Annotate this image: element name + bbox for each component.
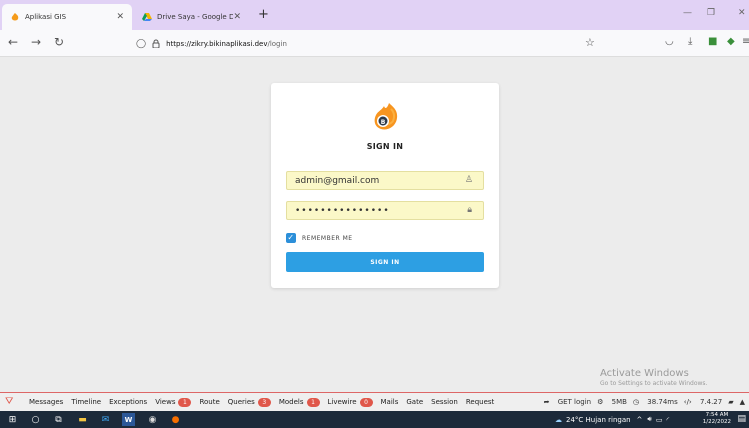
address-bar[interactable]: ◯ https://zikry.bikinaplikasi.dev /login (128, 34, 602, 53)
debugbar-stats: ➦ GET login ⚙ 5MB ◷ 38.74ms ‹/› 7.4.27 ▰… (538, 393, 745, 411)
bookmark-star-icon[interactable]: ☆ (585, 36, 595, 49)
browser-tab-strip: Aplikasi GIS ✕ Drive Saya - Google Drive… (0, 0, 749, 30)
firefox-icon[interactable]: ● (169, 413, 182, 426)
chevron-up-icon[interactable]: ▲ (740, 398, 745, 406)
clock[interactable]: 7:54 AM 1/22/2022 (703, 412, 731, 426)
laravel-debugbar: ⛛ Messages Timeline Exceptions Views 1 Ro… (0, 392, 749, 411)
tab-title: Drive Saya - Google Drive (157, 13, 234, 21)
email-value: admin@gmail.com (295, 175, 380, 186)
remember-me-label: REMEMBER ME (302, 234, 353, 242)
word-icon[interactable]: W (122, 413, 135, 426)
flame-favicon-icon (11, 13, 19, 21)
url-path: /login (267, 39, 287, 48)
task-view-icon[interactable]: ⧉ (52, 413, 65, 426)
forward-icon[interactable]: → (31, 35, 41, 49)
clock-date: 1/22/2022 (702, 419, 731, 425)
windows-start-icon[interactable]: ⊞ (6, 413, 19, 426)
wifi-icon[interactable]: ◜ (666, 416, 669, 424)
pocket-icon[interactable]: ◡ (665, 36, 674, 47)
tracking-shield-icon[interactable]: ◯ (136, 39, 146, 49)
menu-icon[interactable]: ≡ (742, 36, 749, 47)
weather-icon[interactable]: ☁ (555, 416, 562, 424)
maximize-icon[interactable]: ❐ (707, 8, 715, 18)
activate-windows-watermark: Activate Windows Go to Settings to activ… (600, 368, 707, 387)
system-tray: ☁ 24°C Hujan ringan ^ 🔊︎ ▭ ◜ (555, 411, 669, 428)
downloads-icon[interactable]: ⤓ (688, 36, 692, 47)
google-drive-icon (142, 13, 152, 21)
debug-tab-livewire[interactable]: Livewire 0 (324, 397, 377, 407)
memory-stat: ⚙ 5MB (597, 398, 627, 406)
count-badge: 1 (178, 397, 192, 407)
duration-stat: ◷ 38.74ms (632, 398, 678, 406)
reload-icon[interactable]: ↻ (54, 35, 64, 49)
folder-icon[interactable]: ▰ (728, 398, 733, 406)
tab-title: Aplikasi GIS (25, 13, 67, 21)
debug-tab-exceptions[interactable]: Exceptions (105, 398, 151, 406)
count-badge: 3 (257, 397, 271, 407)
lock-icon: 🔒︎ (467, 205, 473, 215)
flame-logo-icon: B (374, 103, 398, 130)
network-icon[interactable]: ▭ (656, 416, 663, 424)
close-window-icon[interactable]: ✕ (738, 8, 746, 18)
lock-icon[interactable] (152, 39, 160, 48)
windows-taskbar: ⊞ ○ ⧉ ▬ ✉ W ◉ ● ☁ 24°C Hujan ringan ^ 🔊︎… (0, 411, 749, 428)
close-tab-icon[interactable]: ✕ (233, 12, 241, 22)
tab-google-drive[interactable]: Drive Saya - Google Drive ✕ (134, 4, 249, 30)
watermark-subtitle: Go to Settings to activate Windows. (600, 380, 708, 387)
close-tab-icon[interactable]: ✕ (116, 12, 124, 22)
extension-icon[interactable]: ■ (708, 36, 717, 47)
sign-in-button[interactable]: SIGN IN (286, 252, 484, 272)
volume-icon[interactable]: 🔊︎ (647, 415, 651, 424)
svg-text:B: B (381, 119, 386, 126)
debug-tab-session[interactable]: Session (427, 398, 462, 406)
mail-icon[interactable]: ✉ (99, 413, 112, 426)
obs-icon[interactable]: ◉ (146, 413, 159, 426)
extension-2-icon[interactable]: ◆ (727, 36, 735, 47)
minimize-icon[interactable]: — (683, 8, 692, 18)
clock-time: 7:54 AM (705, 412, 729, 418)
debugbar-logo-icon[interactable]: ⛛ (5, 395, 19, 409)
debug-tab-views[interactable]: Views 1 (151, 397, 195, 407)
user-icon: ♙ (464, 175, 473, 185)
watermark-title: Activate Windows (600, 368, 689, 379)
debug-tab-models[interactable]: Models 1 (275, 397, 324, 407)
navigation-toolbar: ← → ↻ ◯ https://zikry.bikinaplikasi.dev … (0, 30, 749, 57)
weather-text[interactable]: 24°C Hujan ringan (566, 416, 631, 424)
email-field[interactable]: admin@gmail.com ♙ (286, 171, 484, 190)
tab-aplikasi-gis[interactable]: Aplikasi GIS ✕ (2, 4, 132, 30)
debug-tab-request[interactable]: Request (462, 398, 498, 406)
count-badge: 0 (359, 397, 373, 407)
debug-tab-mails[interactable]: Mails (377, 398, 403, 406)
debug-tab-queries[interactable]: Queries 3 (224, 397, 275, 407)
password-field[interactable]: ••••••••••••••• 🔒︎ (286, 201, 484, 220)
page-body: B SIGN IN admin@gmail.com ♙ ••••••••••••… (0, 57, 749, 392)
php-version-stat: ‹/› 7.4.27 (683, 398, 723, 406)
debug-tab-gate[interactable]: Gate (402, 398, 427, 406)
url-host: https://zikry.bikinaplikasi.dev (166, 39, 268, 48)
file-explorer-icon[interactable]: ▬ (76, 413, 89, 426)
new-tab-button[interactable]: + (258, 7, 269, 22)
debug-tab-route[interactable]: Route (195, 398, 223, 406)
debug-tab-messages[interactable]: Messages (25, 398, 67, 406)
debug-tab-timeline[interactable]: Timeline (67, 398, 105, 406)
count-badge: 1 (306, 397, 320, 407)
tray-chevron-icon[interactable]: ^ (637, 416, 643, 424)
notification-icon[interactable]: ▤ (737, 414, 746, 424)
back-icon[interactable]: ← (8, 35, 18, 49)
remember-me-checkbox[interactable]: ✓ REMEMBER ME (286, 233, 353, 243)
signin-title: SIGN IN (366, 142, 404, 151)
password-value: ••••••••••••••• (295, 205, 390, 216)
search-icon[interactable]: ○ (29, 413, 42, 426)
route-stat[interactable]: ➦ GET login (544, 398, 592, 406)
login-card: B SIGN IN admin@gmail.com ♙ ••••••••••••… (271, 83, 499, 288)
checkmark-icon[interactable]: ✓ (286, 233, 296, 243)
